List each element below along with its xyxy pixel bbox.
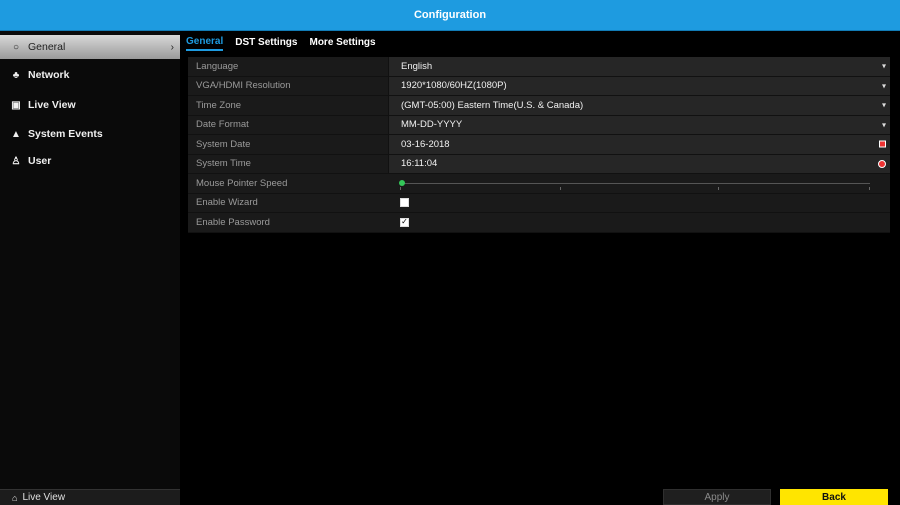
title-bar: Configuration — [0, 0, 900, 31]
sidebar-item-user[interactable]: ♙ User — [0, 149, 180, 173]
chevron-right-icon: › — [170, 41, 174, 53]
system-time-row: System Time 16:11:04 — [188, 154, 890, 174]
slider-knob[interactable] — [399, 179, 405, 186]
system-date-label: System Date — [196, 138, 251, 150]
tab-more-settings[interactable]: More Settings — [309, 37, 375, 50]
slider-tick — [560, 186, 561, 190]
enable-password-row: Enable Password ✓ — [188, 213, 890, 233]
dropdown-arrow-icon: ▾ — [881, 120, 886, 130]
mouse-speed-slider[interactable] — [388, 174, 890, 193]
system-time-field[interactable]: 16:11:04 — [388, 154, 890, 173]
sidebar-item-network[interactable]: ♣ Network — [0, 63, 180, 87]
tab-dst-settings[interactable]: DST Settings — [235, 37, 297, 50]
system-time-label: System Time — [196, 158, 251, 170]
system-date-field[interactable]: 03-16-2018 — [388, 135, 890, 154]
settings-table: Language English ▾ VGA/HDMI Resolution 1… — [188, 57, 890, 233]
date-format-dropdown[interactable]: MM-DD-YYYY — [388, 115, 890, 134]
dropdown-arrow-icon: ▾ — [881, 100, 886, 110]
enable-password-checkbox[interactable]: ✓ — [400, 217, 409, 227]
slider-track — [399, 179, 870, 190]
enable-password-value: ✓ — [388, 213, 890, 232]
enable-wizard-checkbox[interactable] — [400, 198, 409, 208]
apply-button[interactable]: Apply — [663, 489, 771, 505]
slider-tick — [400, 186, 401, 190]
sidebar-item-label: Network — [28, 69, 70, 81]
home-icon: ⌂ — [12, 492, 18, 503]
enable-wizard-value — [388, 194, 890, 213]
slider-tick — [869, 186, 870, 190]
dropdown-arrow-icon: ▾ — [881, 81, 886, 91]
tab-general[interactable]: General — [186, 36, 224, 51]
sidebar-item-label: General — [28, 41, 66, 53]
back-button[interactable]: Back — [780, 489, 888, 505]
sidebar-item-general[interactable]: ○ General › — [0, 35, 180, 59]
live-view-shortcut[interactable]: ⌂ Live View — [0, 489, 180, 505]
date-format-label: Date Format — [196, 119, 249, 131]
sidebar-item-live-view[interactable]: ▣ Live View — [0, 93, 180, 117]
timezone-row: Time Zone (GMT-05:00) Eastern Time(U.S. … — [188, 96, 890, 116]
language-row: Language English ▾ — [188, 57, 890, 77]
sidebar-item-label: Live View — [28, 99, 76, 111]
clock-icon[interactable] — [878, 159, 886, 168]
resolution-dropdown[interactable]: 1920*1080/60HZ(1080P) — [388, 76, 890, 95]
main-panel: General DST Settings More Settings Langu… — [182, 31, 900, 505]
tab-bar: General DST Settings More Settings — [182, 31, 900, 55]
user-icon: ♙ — [11, 155, 21, 167]
language-label: Language — [196, 60, 239, 72]
system-date-row: System Date 03-16-2018 — [188, 135, 890, 155]
slider-tick — [718, 186, 719, 190]
date-format-row: Date Format MM-DD-YYYY ▾ — [188, 115, 890, 135]
sidebar-item-system-events[interactable]: ▲ System Events — [0, 122, 180, 146]
network-icon: ♣ — [12, 69, 20, 81]
window-title: Configuration — [413, 9, 487, 21]
timezone-dropdown[interactable]: (GMT-05:00) Eastern Time(U.S. & Canada) — [388, 96, 890, 115]
gear-icon: ○ — [12, 41, 20, 53]
live-view-icon: ▣ — [11, 99, 21, 111]
resolution-label: VGA/HDMI Resolution — [196, 80, 291, 92]
sidebar: ○ General › ♣ Network ▣ Live View ▲ Syst… — [0, 31, 180, 505]
dropdown-arrow-icon: ▾ — [881, 61, 886, 71]
warning-icon: ▲ — [11, 128, 21, 140]
enable-wizard-label: Enable Wizard — [196, 197, 258, 209]
mouse-speed-label: Mouse Pointer Speed — [196, 177, 288, 189]
enable-wizard-row: Enable Wizard — [188, 193, 890, 213]
resolution-row: VGA/HDMI Resolution 1920*1080/60HZ(1080P… — [188, 76, 890, 96]
live-view-shortcut-label: Live View — [22, 492, 66, 503]
sidebar-item-label: System Events — [28, 128, 103, 140]
sidebar-item-label: User — [28, 155, 52, 167]
calendar-icon[interactable] — [879, 140, 886, 148]
language-dropdown[interactable]: English — [388, 57, 890, 76]
enable-password-label: Enable Password — [196, 216, 270, 228]
timezone-label: Time Zone — [196, 99, 242, 111]
mouse-speed-row: Mouse Pointer Speed — [188, 174, 890, 194]
